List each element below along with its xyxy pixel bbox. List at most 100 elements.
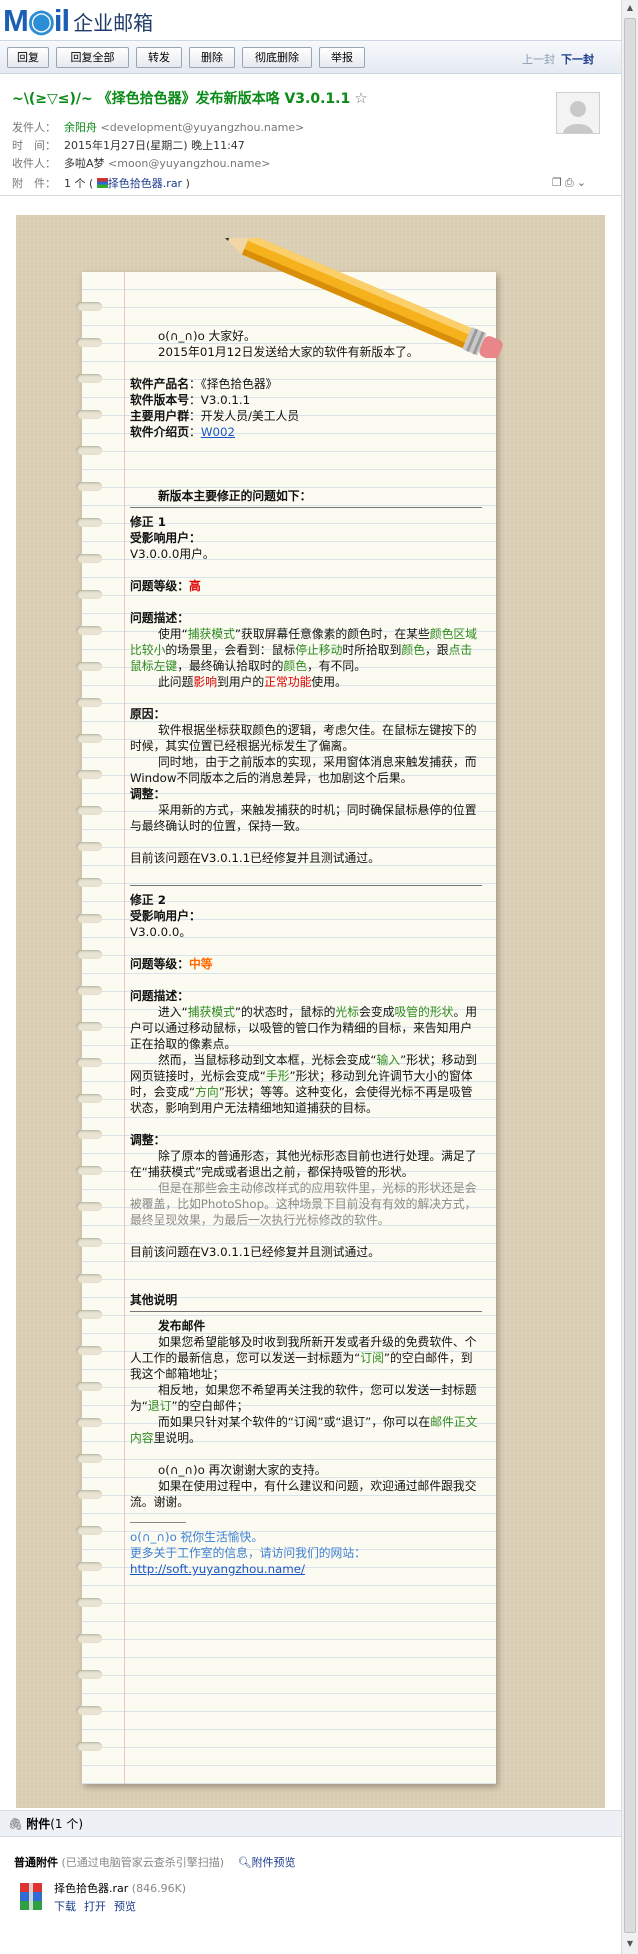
publish-title: 发布邮件 (158, 1319, 206, 1333)
notebook-ring (76, 770, 102, 779)
prev-mail-link[interactable]: 上一封 (522, 53, 555, 66)
header-divider (0, 195, 621, 196)
other-title: 其他说明 (130, 1293, 178, 1307)
logo-text: 企业邮箱 (73, 10, 154, 35)
delete-button[interactable]: 删除 (189, 47, 235, 68)
next-mail-link[interactable]: 下一封 (561, 53, 594, 66)
attachments-header: 🖇 附件(1 个) (0, 1810, 621, 1837)
star-icon[interactable]: ☆ (354, 89, 367, 107)
notebook-ring (76, 410, 102, 419)
reply-button[interactable]: 回复 (7, 47, 49, 68)
time-label: 时 间： (12, 139, 56, 152)
fix1-cause-label: 原因： (130, 707, 166, 721)
margin-line (124, 272, 125, 1784)
letter-content: o(∩_∩)o 大家好。 2015年01月12日发送给大家的软件有新版本了。 软… (130, 328, 482, 1577)
fix2-users-value: V3.0.0.0。 (130, 925, 192, 939)
notebook-ring (76, 1562, 102, 1571)
publish-para-1: 如果您希望能够及时收到我所新开发或者升级的免费软件、个人工作的最新信息，您可以发… (130, 1335, 477, 1381)
notebook-ring (76, 590, 102, 599)
fix2-adjust-para-2: 但是在那些会主动修改样式的应用软件里，光标的形状还是会被覆盖，比如PhotoSh… (130, 1181, 477, 1227)
delete-permanently-button[interactable]: 彻底删除 (242, 47, 312, 68)
print-icon[interactable]: ⎙ (565, 176, 577, 189)
notebook-ring (76, 878, 102, 887)
notebook-ring (76, 1130, 102, 1139)
mail-pager: 上一封 下一封 (522, 51, 594, 67)
notebook-ring (76, 986, 102, 995)
fix1-level-label: 问题等级： (130, 579, 189, 593)
notebook-ring (76, 1634, 102, 1643)
reply-all-button[interactable]: 回复全部 (56, 47, 129, 68)
notebook-ring (76, 1490, 102, 1499)
notebook-ring (76, 1310, 102, 1319)
fix1-level-value: 高 (189, 579, 201, 593)
notebook-ring (76, 1598, 102, 1607)
normal-attachments-label: 普通附件 (14, 1856, 58, 1869)
announce-line: 2015年01月12日发送给大家的软件有新版本了。 (158, 345, 419, 359)
website-link[interactable]: http://soft.yuyangzhou.name/ (130, 1561, 482, 1577)
paperclip-icon: 🖇 (8, 1817, 24, 1831)
scroll-up-arrow-icon[interactable]: ▲ (622, 0, 638, 16)
signature-line-2: 更多关于工作室的信息，请访问我们的网站： (130, 1546, 366, 1560)
attachment-preview-link[interactable]: 🔍︎附件预览 (238, 1856, 296, 1869)
scroll-thumb[interactable] (624, 18, 636, 1933)
rar-archive-icon (20, 1883, 42, 1910)
notebook-ring (76, 1706, 102, 1715)
notebook-ring (76, 518, 102, 527)
fix2-level-label: 问题等级： (130, 957, 189, 971)
notebook-ring (76, 1742, 102, 1751)
recipient-address: <moon@yuyangzhou.name> (108, 157, 271, 170)
fix1-cause-para-1: 软件根据坐标获取颜色的逻辑，考虑欠佳。在鼠标左键按下的时候，其实位置已经根据光标… (130, 723, 477, 753)
fix2-effect-para: 然而，当鼠标移动到文本框，光标会变成“输入”形状；移动到网页链接时，光标会变成“… (130, 1053, 477, 1115)
new-window-icon[interactable]: ❐ (552, 176, 565, 189)
intro-link[interactable]: W002 (201, 425, 235, 439)
thanks-line: o(∩_∩)o 再次谢谢大家的支持。 (158, 1463, 327, 1477)
notebook-ring (76, 626, 102, 635)
notebook-ring (76, 1454, 102, 1463)
notebook-ring (76, 554, 102, 563)
notebook-ring (76, 482, 102, 491)
intro-label: 软件介绍页 (130, 425, 189, 439)
from-row: 发件人： 余阳舟 <development@yuyangzhou.name> (12, 119, 304, 135)
fix1-users-label: 受影响用户： (130, 531, 201, 545)
fix1-users-value: V3.0.0.0用户。 (130, 547, 215, 561)
notebook-ring (76, 1670, 102, 1679)
sender-name[interactable]: 余阳舟 (64, 121, 97, 134)
attachment-filename[interactable]: 择色拾色器.rar (54, 1882, 128, 1895)
version-label: 软件版本号 (130, 393, 189, 407)
search-icon: 🔍︎ (237, 1856, 252, 1869)
fix1-title: 修正 1 (130, 515, 166, 529)
recipient-name[interactable]: 多啦A梦 (64, 157, 105, 170)
header-tools: ❐⎙⌄ (552, 176, 589, 190)
scroll-down-arrow-icon[interactable]: ▼ (622, 1936, 638, 1952)
preview-link[interactable]: 预览 (114, 1900, 136, 1913)
attachment-actions: 下载 打开 预览 (54, 1898, 144, 1914)
fix2-adjust-label: 调整： (130, 1133, 166, 1147)
greeting-line: o(∩_∩)o 大家好。 (158, 329, 256, 343)
fix1-adjust-para: 采用新的方式，来触发捕获的时机；同时确保鼠标悬停的位置与最终确认时的位置，保持一… (130, 803, 477, 833)
notebook-ring (76, 1274, 102, 1283)
fix2-title: 修正 2 (130, 893, 166, 907)
notebook-ring (76, 662, 102, 671)
notebook-ring (76, 1166, 102, 1175)
attachment-link[interactable]: 择色拾色器.rar (108, 177, 182, 190)
fix2-level-row: 问题等级：中等 (130, 956, 482, 972)
notebook-ring (76, 1526, 102, 1535)
notebook-ring (76, 1094, 102, 1103)
users-label: 主要用户群 (130, 409, 189, 423)
report-button[interactable]: 举报 (319, 47, 365, 68)
publish-para-3: 而如果只针对某个软件的“订阅”或“退订”，你可以在邮件正文内容里说明。 (130, 1415, 478, 1445)
open-link[interactable]: 打开 (84, 1900, 106, 1913)
product-name-value: ：《择色拾色器》 (189, 377, 278, 391)
notebook-ring (76, 842, 102, 851)
subject-text: ~\(≥▽≤)/~ 《择色拾色器》发布新版本咯 V3.0.1.1 (12, 91, 351, 107)
vertical-scrollbar[interactable]: ▲ ▼ (621, 0, 638, 1954)
expand-icon[interactable]: ⌄ (577, 176, 589, 189)
notebook-ring (76, 446, 102, 455)
version-value: ：V3.0.1.1 (189, 393, 251, 407)
notebook-ring (76, 1202, 102, 1211)
product-name-row: 软件产品名：《择色拾色器》 (130, 376, 482, 392)
attachment-filename-row: 择色拾色器.rar (846.96K) (54, 1880, 186, 1896)
signature-line-1: o(∩_∩)o 祝你生活愉快。 (130, 1530, 264, 1544)
download-link[interactable]: 下载 (54, 1900, 76, 1913)
forward-button[interactable]: 转发 (136, 47, 182, 68)
